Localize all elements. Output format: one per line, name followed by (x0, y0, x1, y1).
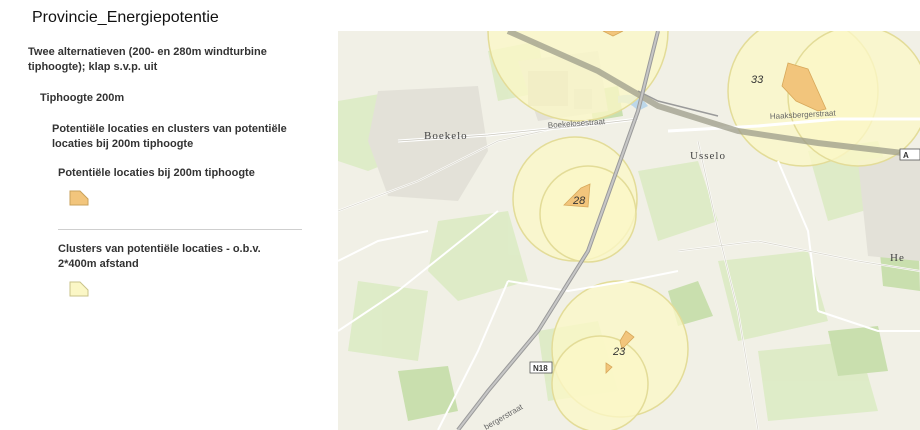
cluster-number-23[interactable]: 23 (612, 346, 626, 358)
place-label-boekelo: Boekelo (424, 130, 468, 142)
legend-sub-title[interactable]: Tiphoogte 200m (40, 92, 124, 104)
cluster-number-33[interactable]: 33 (751, 74, 764, 86)
location-swatch-icon (69, 190, 89, 206)
map-view[interactable]: 33 28 23 Boekelo Usselo He Boekelosestra… (338, 31, 920, 430)
legend-item-label-clusters: Clusters van potentiële locaties - o.b.v… (58, 243, 261, 270)
road-shield-n18: N18 (529, 361, 553, 374)
place-label-he: He (890, 252, 905, 264)
cluster-swatch-icon (69, 281, 89, 297)
road-shield-a: A (899, 148, 920, 161)
legend-group-title[interactable]: Twee alternatieven (200- en 280m windtur… (28, 45, 318, 75)
map-canvas[interactable]: 33 28 23 Boekelo Usselo He Boekelosestra… (338, 31, 920, 430)
place-label-usselo: Usselo (690, 150, 726, 162)
legend-panel: Twee alternatieven (200- en 280m windtur… (0, 0, 330, 430)
legend-item-label-locations: Potentiële locaties bij 200m tiphoogte (58, 167, 255, 179)
legend-layer-title[interactable]: Potentiële locaties en clusters van pote… (52, 122, 302, 152)
svg-text:A: A (903, 151, 909, 160)
svg-text:N18: N18 (533, 364, 548, 373)
cluster-number-28[interactable]: 28 (572, 195, 586, 207)
legend-divider (58, 229, 302, 230)
